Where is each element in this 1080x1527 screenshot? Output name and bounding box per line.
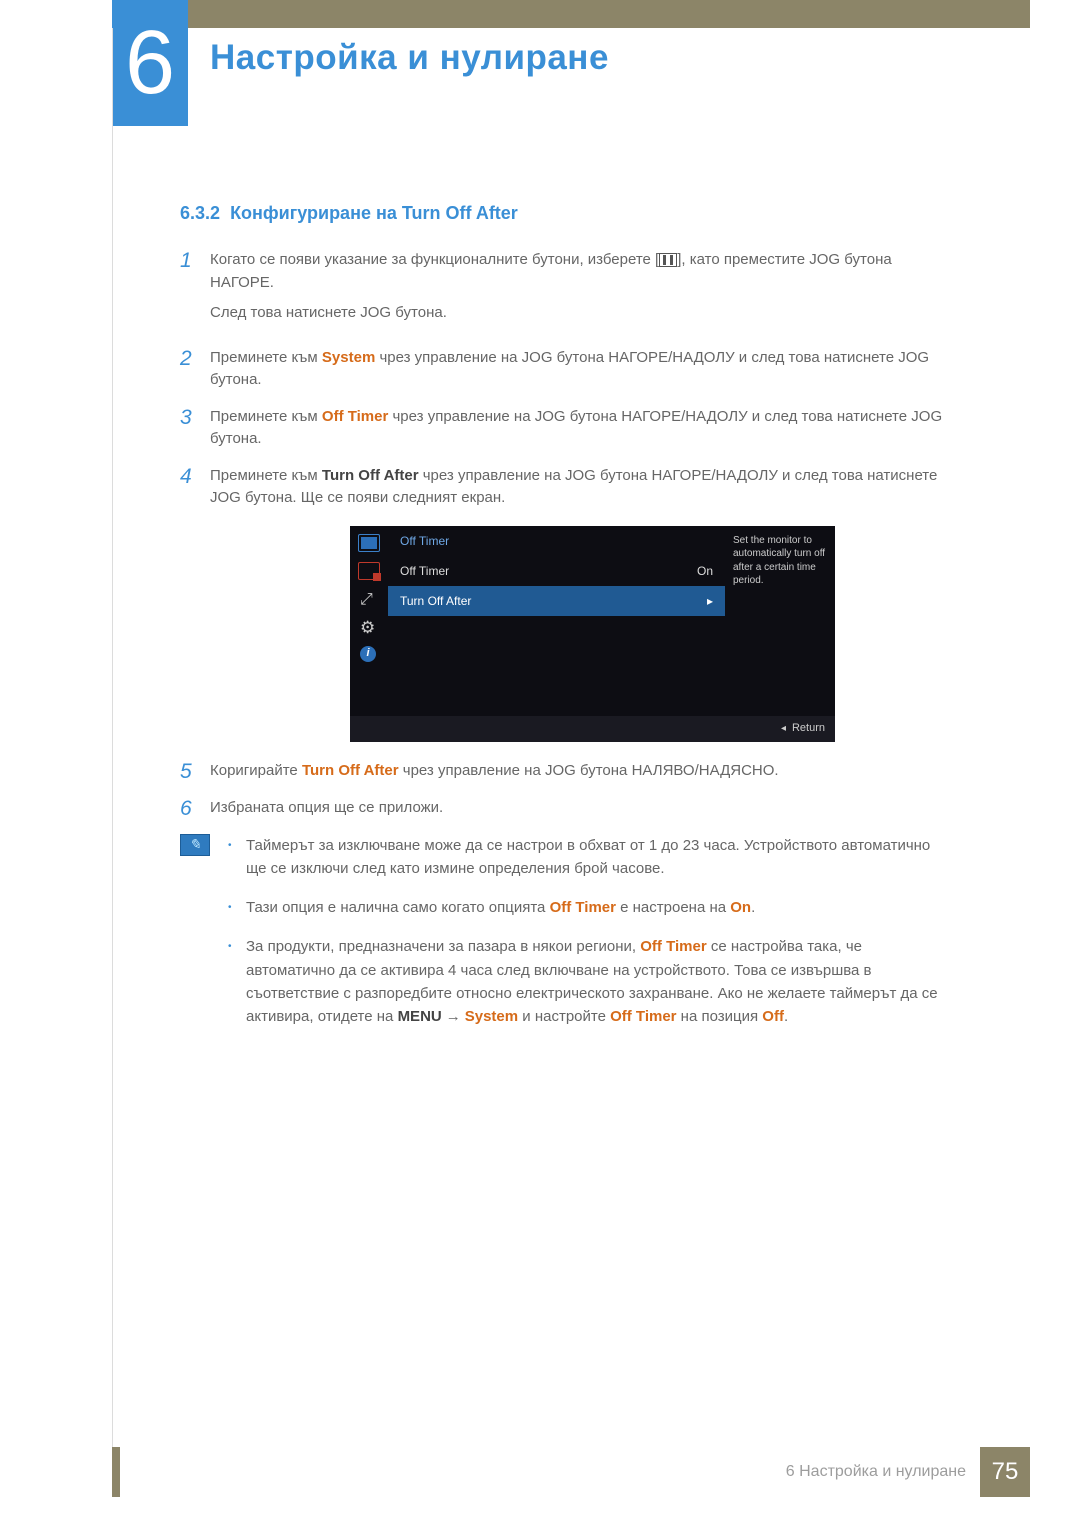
step-number: 3 xyxy=(180,406,210,451)
keyword-off-timer: Off Timer xyxy=(640,938,706,955)
page-number: 75 xyxy=(980,1447,1030,1497)
keyword-turn-off-after: Turn Off After xyxy=(302,762,399,779)
text: е настроена на xyxy=(616,899,730,916)
note-list: Таймерът за изключване може да се настро… xyxy=(228,834,945,1045)
osd-screenshot: Off Timer Off Timer On Turn Off After Se… xyxy=(350,526,835,742)
step-number: 1 xyxy=(180,249,210,333)
note-icon xyxy=(180,834,210,856)
step-body: Когато се появи указание за функционални… xyxy=(210,249,945,333)
section-number: 6.3.2 xyxy=(180,203,220,223)
text: Когато се появи указание за функционални… xyxy=(210,251,659,268)
step-number: 5 xyxy=(180,760,210,783)
text: Преминете към xyxy=(210,349,322,366)
step-number: 2 xyxy=(180,347,210,392)
step-4: 4 Преминете към Turn Off After чрез упра… xyxy=(180,465,945,510)
picture-icon xyxy=(358,562,380,580)
osd-label: Off Timer xyxy=(400,562,449,580)
menu-icon xyxy=(659,253,677,267)
monitor-icon xyxy=(358,534,380,552)
section-heading: 6.3.2 Конфигуриране на Turn Off After xyxy=(180,200,945,227)
left-rule xyxy=(112,28,113,1457)
note-item: За продукти, предназначени за пазара в н… xyxy=(228,935,945,1028)
note-block: Таймерът за изключване може да се настро… xyxy=(180,834,945,1045)
text: След това натиснете JOG бутона. xyxy=(210,302,945,325)
osd-sidebar xyxy=(350,526,388,716)
step-3: 3 Преминете към Off Timer чрез управлени… xyxy=(180,406,945,451)
text: и настройте xyxy=(518,1008,610,1025)
step-1: 1 Когато се появи указание за функционал… xyxy=(180,249,945,333)
step-body: Преминете към System чрез управление на … xyxy=(210,347,945,392)
osd-return-label: Return xyxy=(792,720,825,737)
keyword-off-timer: Off Timer xyxy=(610,1008,676,1025)
osd-label: Turn Off After xyxy=(400,592,471,610)
chapter-number: 6 xyxy=(112,0,188,126)
text: Коригирайте xyxy=(210,762,302,779)
resize-icon xyxy=(358,590,380,608)
step-body: Избраната опция ще се приложи. xyxy=(210,797,945,820)
text: . xyxy=(784,1008,788,1025)
section-title: Конфигуриране на Turn Off After xyxy=(230,203,518,223)
gear-icon xyxy=(358,618,380,636)
content-area: 6.3.2 Конфигуриране на Turn Off After 1 … xyxy=(180,200,945,1044)
keyword-system: System xyxy=(465,1008,518,1025)
text: . xyxy=(751,899,755,916)
osd-main: Off Timer Off Timer On Turn Off After xyxy=(388,526,725,716)
footer: 6 Настройка и нулиране 75 xyxy=(786,1447,1030,1497)
keyword-system: System xyxy=(322,349,375,366)
arrow-icon: → xyxy=(446,1005,461,1028)
keyword-off: Off xyxy=(762,1008,784,1025)
text: Преминете към xyxy=(210,408,322,425)
step-2: 2 Преминете към System чрез управление н… xyxy=(180,347,945,392)
keyword-turn-off-after: Turn Off After xyxy=(322,467,419,484)
osd-tip: Set the monitor to automatically turn of… xyxy=(725,526,835,716)
osd-row-off-timer: Off Timer On xyxy=(388,556,725,586)
keyword-menu: MENU xyxy=(398,1008,442,1025)
footer-left-cap xyxy=(112,1447,120,1497)
chapter-title: Настройка и нулиране xyxy=(210,38,609,78)
text: Тази опция е налична само когато опцията xyxy=(246,899,550,916)
step-5: 5 Коригирайте Turn Off After чрез управл… xyxy=(180,760,945,783)
osd-value: On xyxy=(697,562,713,580)
text: За продукти, предназначени за пазара в н… xyxy=(246,938,640,955)
keyword-off-timer: Off Timer xyxy=(550,899,616,916)
step-body: Преминете към Turn Off After чрез управл… xyxy=(210,465,945,510)
header-bar xyxy=(112,0,1030,28)
step-body: Коригирайте Turn Off After чрез управлен… xyxy=(210,760,945,783)
text: на позиция xyxy=(677,1008,763,1025)
page: 6 Настройка и нулиране 6.3.2 Конфигурира… xyxy=(0,0,1080,1527)
text: Преминете към xyxy=(210,467,322,484)
step-body: Преминете към Off Timer чрез управление … xyxy=(210,406,945,451)
footer-text: 6 Настройка и нулиране xyxy=(786,1463,966,1481)
osd-row-turn-off-after: Turn Off After xyxy=(388,586,725,616)
osd-header: Off Timer xyxy=(388,526,725,556)
step-number: 4 xyxy=(180,465,210,510)
chevron-right-icon xyxy=(707,592,713,610)
step-number: 6 xyxy=(180,797,210,820)
note-item: Тази опция е налична само когато опцията… xyxy=(228,896,945,919)
text: чрез управление на JOG бутона НАЛЯВО/НАД… xyxy=(399,762,779,779)
keyword-off-timer: Off Timer xyxy=(322,408,388,425)
osd-footer: Return xyxy=(350,716,835,742)
info-icon xyxy=(358,646,380,664)
step-6: 6 Избраната опция ще се приложи. xyxy=(180,797,945,820)
keyword-on: On xyxy=(730,899,751,916)
note-item: Таймерът за изключване може да се настро… xyxy=(228,834,945,881)
